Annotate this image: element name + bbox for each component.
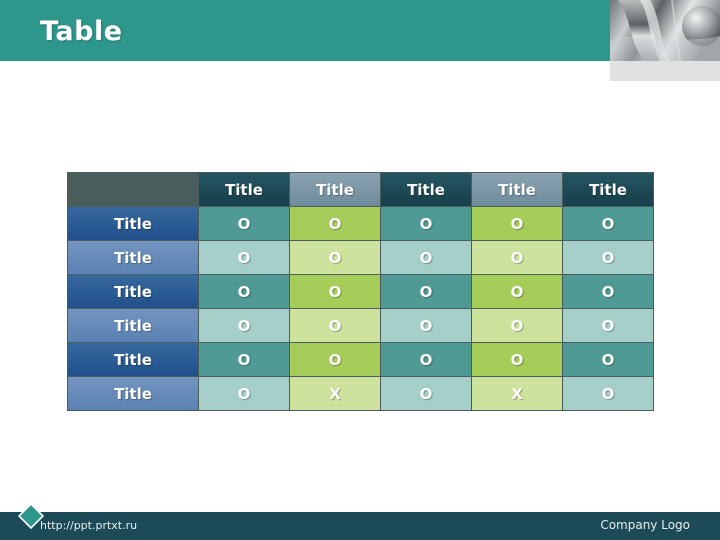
row-header-1[interactable]: Title xyxy=(68,207,198,240)
row-header-5[interactable]: Title xyxy=(68,343,198,376)
cell-r4c5[interactable]: O xyxy=(563,309,653,342)
cell-r6c1[interactable]: O xyxy=(199,377,289,410)
row-header-3[interactable]: Title xyxy=(68,275,198,308)
row-header-6[interactable]: Title xyxy=(68,377,198,410)
cell-r3c1[interactable]: O xyxy=(199,275,289,308)
table-row: Title O O O O O xyxy=(68,275,653,308)
cell-r1c1[interactable]: O xyxy=(199,207,289,240)
cell-r2c1[interactable]: O xyxy=(199,241,289,274)
cell-r5c5[interactable]: O xyxy=(563,343,653,376)
cell-r3c2[interactable]: O xyxy=(290,275,380,308)
cell-r2c3[interactable]: O xyxy=(381,241,471,274)
table-row: Title O X O X O xyxy=(68,377,653,410)
cell-r3c3[interactable]: O xyxy=(381,275,471,308)
cell-r5c1[interactable]: O xyxy=(199,343,289,376)
column-header-4[interactable]: Title xyxy=(472,173,562,206)
cell-r4c1[interactable]: O xyxy=(199,309,289,342)
header-photo xyxy=(610,0,720,61)
table: Title Title Title Title Title Title O O … xyxy=(67,172,654,411)
cell-r5c2[interactable]: O xyxy=(290,343,380,376)
column-header-1[interactable]: Title xyxy=(199,173,289,206)
footer-url[interactable]: http://ppt.prtxt.ru xyxy=(40,519,137,532)
data-table: Title Title Title Title Title Title O O … xyxy=(67,172,654,411)
cell-r4c4[interactable]: O xyxy=(472,309,562,342)
metal-pipes-photo xyxy=(610,0,720,61)
table-row: Title O O O O O xyxy=(68,241,653,274)
table-row: Title O O O O O xyxy=(68,343,653,376)
cell-r6c3[interactable]: O xyxy=(381,377,471,410)
cell-r2c5[interactable]: O xyxy=(563,241,653,274)
cell-r2c2[interactable]: O xyxy=(290,241,380,274)
cell-r1c3[interactable]: O xyxy=(381,207,471,240)
header-photo-shadow xyxy=(610,61,720,81)
row-header-4[interactable]: Title xyxy=(68,309,198,342)
column-header-5[interactable]: Title xyxy=(563,173,653,206)
cell-r3c5[interactable]: O xyxy=(563,275,653,308)
cell-r6c5[interactable]: O xyxy=(563,377,653,410)
cell-r3c4[interactable]: O xyxy=(472,275,562,308)
cell-r4c2[interactable]: O xyxy=(290,309,380,342)
table-row: Title O O O O O xyxy=(68,207,653,240)
table-row: Title O O O O O xyxy=(68,309,653,342)
footer-company-logo: Company Logo xyxy=(600,518,690,532)
cell-r5c4[interactable]: O xyxy=(472,343,562,376)
cell-r1c4[interactable]: O xyxy=(472,207,562,240)
cell-r1c2[interactable]: O xyxy=(290,207,380,240)
cell-r5c3[interactable]: O xyxy=(381,343,471,376)
table-header-row: Title Title Title Title Title xyxy=(68,173,653,206)
cell-r6c2[interactable]: X xyxy=(290,377,380,410)
row-header-2[interactable]: Title xyxy=(68,241,198,274)
cell-r4c3[interactable]: O xyxy=(381,309,471,342)
page-title: Table xyxy=(40,16,123,47)
cell-r6c4[interactable]: X xyxy=(472,377,562,410)
table-corner-cell xyxy=(68,173,198,206)
cell-r2c4[interactable]: O xyxy=(472,241,562,274)
column-header-3[interactable]: Title xyxy=(381,173,471,206)
column-header-2[interactable]: Title xyxy=(290,173,380,206)
cell-r1c5[interactable]: O xyxy=(563,207,653,240)
